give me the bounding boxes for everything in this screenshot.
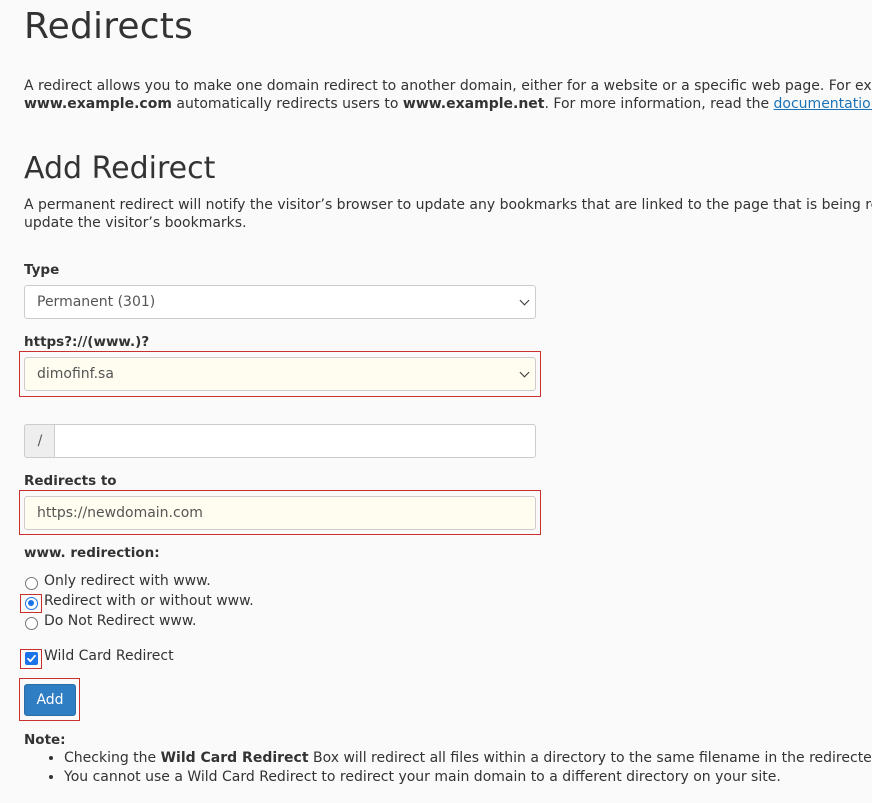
example-domain-text: www.example.com bbox=[24, 96, 172, 112]
note-heading: Note: bbox=[24, 732, 66, 748]
chevron-down-icon bbox=[519, 367, 530, 378]
add-redirect-description-1: A permanent redirect will notify the vis… bbox=[24, 197, 872, 213]
wildcard-checkbox[interactable] bbox=[25, 652, 38, 665]
radio-only-with-www[interactable] bbox=[25, 577, 38, 590]
domain-select-value: dimofinf.sa bbox=[37, 366, 114, 382]
intro-line-2: www.example.com automatically redirects … bbox=[24, 95, 872, 113]
type-select-value: Permanent (301) bbox=[37, 294, 156, 310]
redirects-to-label: Redirects to bbox=[24, 473, 117, 489]
example-target-text: www.example.net bbox=[402, 96, 545, 112]
note-bold-text: Wild Card Redirect bbox=[160, 750, 309, 766]
intro-text: . For more information, read the bbox=[544, 96, 774, 112]
redirects-to-value: https://newdomain.com bbox=[37, 505, 203, 521]
radio-with-or-without-www[interactable] bbox=[25, 597, 38, 610]
intro-text: automatically redirects users to bbox=[171, 96, 403, 112]
redirects-page: Redirects A redirect allows you to make … bbox=[0, 0, 872, 803]
add-redirect-heading: Add Redirect bbox=[24, 151, 216, 186]
intro-line-1: A redirect allows you to make one domain… bbox=[24, 78, 872, 94]
type-select[interactable]: Permanent (301) bbox=[24, 285, 536, 319]
redirects-to-input[interactable]: https://newdomain.com bbox=[24, 496, 536, 530]
note-list: Checking the Wild Card Redirect Box will… bbox=[44, 749, 872, 787]
note-text: Box will redirect all files within a dir… bbox=[312, 750, 872, 766]
domain-select[interactable]: dimofinf.sa bbox=[24, 357, 536, 391]
path-prefix: / bbox=[24, 424, 55, 458]
note-item: Checking the Wild Card Redirect Box will… bbox=[64, 749, 872, 768]
documentation-link[interactable]: documentation bbox=[774, 96, 872, 112]
note-text: Checking the bbox=[64, 750, 161, 766]
radio-label-do-not-redirect-www: Do Not Redirect www. bbox=[44, 613, 197, 629]
chevron-down-icon bbox=[519, 295, 530, 306]
wildcard-label: Wild Card Redirect bbox=[44, 648, 174, 664]
checkmark-icon bbox=[27, 654, 36, 663]
add-button[interactable]: Add bbox=[24, 684, 76, 716]
type-label: Type bbox=[24, 262, 60, 278]
radio-label-only-with-www: Only redirect with www. bbox=[44, 573, 211, 589]
add-redirect-description-2: update the visitor’s bookmarks. bbox=[24, 215, 247, 231]
note-item: You cannot use a Wild Card Redirect to r… bbox=[64, 768, 872, 787]
domain-label: https?://(www.)? bbox=[24, 334, 150, 350]
radio-label-with-or-without-www: Redirect with or without www. bbox=[44, 593, 254, 609]
page-title: Redirects bbox=[24, 6, 194, 47]
www-redirection-label: www. redirection: bbox=[24, 545, 160, 561]
path-input[interactable] bbox=[54, 424, 536, 458]
radio-do-not-redirect-www[interactable] bbox=[25, 617, 38, 630]
